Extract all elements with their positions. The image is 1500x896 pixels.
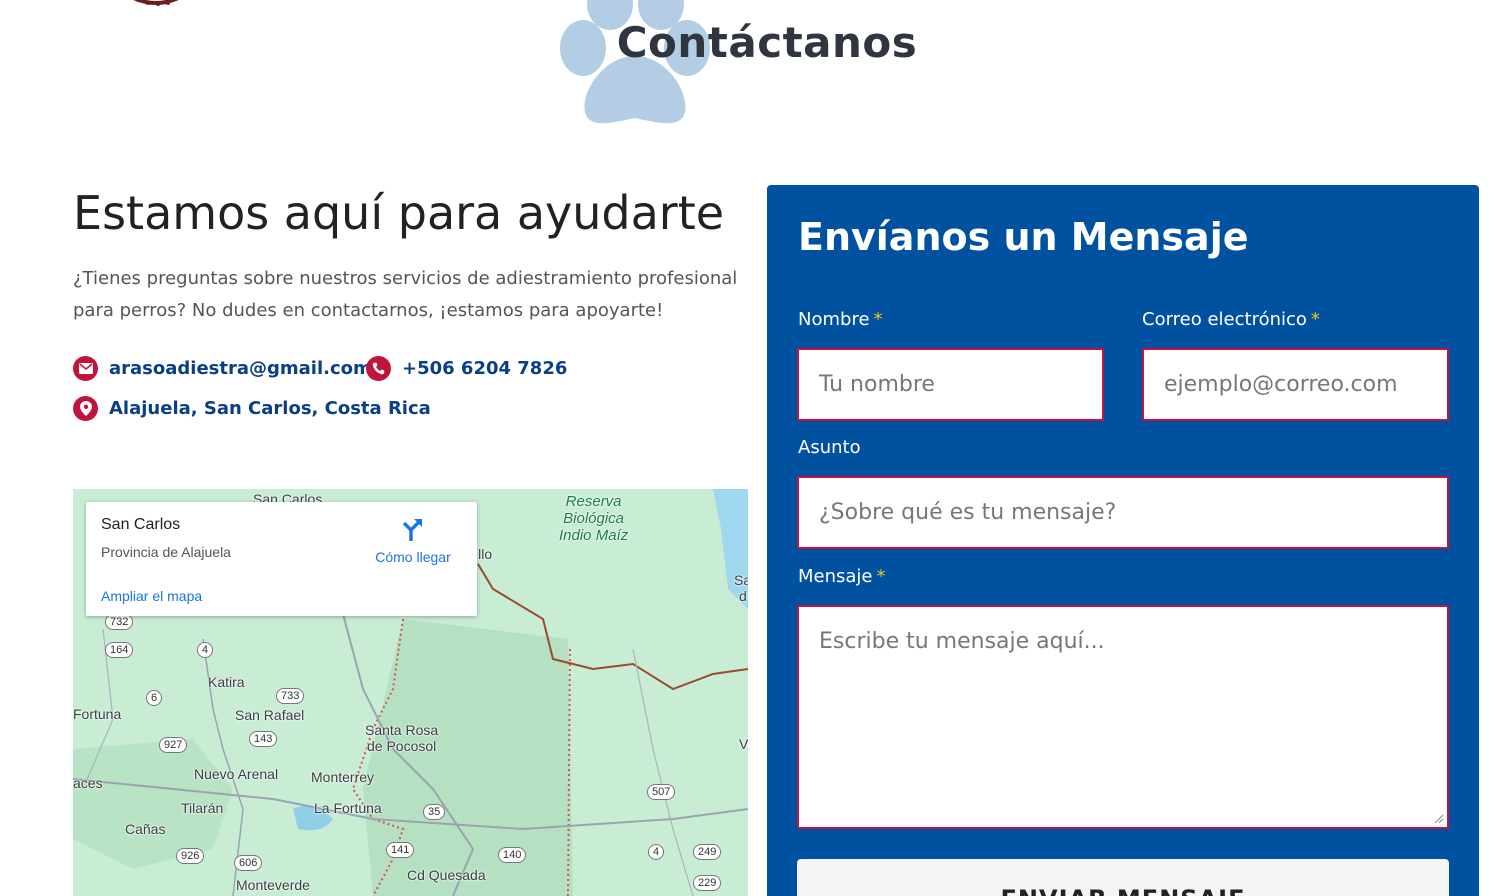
route-shield: 249	[693, 844, 722, 860]
directions-icon	[402, 519, 422, 541]
contact-form: Envíanos un Mensaje Nombre * Tu nombre Co…	[767, 185, 1479, 896]
location-text: Alajuela, San Carlos, Costa Rica	[109, 398, 431, 419]
route-shield: 164	[105, 642, 134, 658]
submit-button[interactable]: ENVIAR MENSAJE	[797, 859, 1449, 896]
route-shield: 143	[249, 731, 278, 747]
resize-handle-icon[interactable]	[1434, 814, 1444, 824]
embedded-map[interactable]: San Carlos Reserva Biológica Indio Maíz …	[73, 489, 748, 896]
map-label: Fortuna	[73, 706, 122, 722]
map-label: Monteverde	[236, 877, 310, 893]
subject-label: Asunto	[798, 437, 861, 458]
required-mark: *	[876, 566, 886, 587]
map-label-line: Indio Maíz	[559, 527, 629, 544]
route-shield: 141	[386, 842, 415, 858]
map-label: San Rafael	[235, 707, 305, 723]
envelope-icon	[73, 356, 98, 381]
subject-placeholder: ¿Sobre qué es tu mensaje?	[819, 500, 1117, 525]
logo-fragment	[133, 0, 179, 6]
directions-label: Cómo llegar	[375, 549, 451, 565]
intro-text: ¿Tienes preguntas sobre nuestros servici…	[73, 268, 738, 321]
email-label-text: Correo electrónico	[1142, 309, 1307, 330]
route-shield: 733	[276, 688, 305, 704]
page-title: Contáctanos	[616, 18, 918, 67]
location-contact: Alajuela, San Carlos, Costa Rica	[73, 396, 431, 421]
map-label: d	[739, 588, 747, 604]
map-label: Monterrey	[311, 769, 375, 785]
form-title: Envíanos un Mensaje	[798, 215, 1249, 259]
map-pin-icon	[73, 396, 98, 421]
email-link[interactable]: arasoadiestra@gmail.com	[109, 358, 372, 379]
route-shield: 927	[159, 737, 188, 753]
route-shield: 4	[197, 642, 214, 658]
map-label-line: Biológica	[563, 510, 625, 527]
email-label: Correo electrónico *	[1142, 309, 1320, 330]
route-shield: 606	[234, 855, 263, 871]
subject-label-text: Asunto	[798, 437, 861, 458]
route-shield: 732	[105, 614, 134, 630]
map-label: Reserva Biológica Indio Maíz	[559, 493, 628, 544]
map-label: Cañas	[125, 821, 166, 837]
enlarge-map-link[interactable]: Ampliar el mapa	[101, 588, 202, 604]
map-label: Santa Rosa	[365, 722, 439, 738]
message-label-text: Mensaje	[798, 566, 873, 587]
contact-info-section: Estamos aquí para ayudarte ¿Tienes pregu…	[73, 185, 748, 327]
route-shield: 926	[176, 848, 205, 864]
message-placeholder: Escribe tu mensaje aquí...	[819, 629, 1105, 654]
map-label: Tilarán	[181, 800, 224, 816]
route-shield: 229	[693, 875, 722, 891]
phone-icon	[366, 356, 391, 381]
map-label: Cd Quesada	[407, 867, 486, 883]
directions-button[interactable]: Cómo llegar	[368, 516, 458, 565]
map-label: Katira	[208, 674, 245, 690]
name-label: Nombre *	[798, 309, 883, 330]
map-label: illo	[475, 546, 493, 562]
message-label: Mensaje *	[798, 566, 886, 587]
map-region: Provincia de Alajuela	[101, 544, 231, 560]
map-label: La Fortuna	[314, 800, 382, 816]
subject-input[interactable]: ¿Sobre qué es tu mensaje?	[797, 476, 1449, 549]
phone-contact[interactable]: +506 6204 7826	[366, 356, 567, 381]
required-mark: *	[873, 309, 883, 330]
email-placeholder: ejemplo@correo.com	[1164, 372, 1398, 397]
map-info-card: San Carlos Provincia de Alajuela Ampliar…	[86, 502, 477, 616]
route-shield: 6	[146, 690, 163, 706]
map-label: de Pocosol	[367, 738, 437, 754]
name-placeholder: Tu nombre	[819, 372, 935, 397]
route-shield: 35	[423, 804, 446, 820]
map-label: Sa	[734, 572, 748, 588]
map-label: V	[739, 736, 748, 752]
map-place-name: San Carlos	[101, 516, 181, 533]
map-label: Nuevo Arenal	[194, 766, 279, 782]
email-input[interactable]: ejemplo@correo.com	[1142, 348, 1449, 421]
map-label-line: Reserva	[565, 493, 622, 510]
route-shield: 507	[647, 784, 676, 800]
route-shield: 140	[498, 847, 527, 863]
name-input[interactable]: Tu nombre	[797, 348, 1104, 421]
section-heading: Estamos aquí para ayudarte	[73, 186, 725, 240]
message-textarea[interactable]: Escribe tu mensaje aquí...	[797, 605, 1449, 829]
email-contact[interactable]: arasoadiestra@gmail.com	[73, 356, 372, 381]
phone-link[interactable]: +506 6204 7826	[402, 358, 567, 379]
map-label: aces	[73, 775, 103, 791]
required-mark: *	[1310, 309, 1320, 330]
name-label-text: Nombre	[798, 309, 870, 330]
route-shield: 4	[648, 844, 665, 860]
